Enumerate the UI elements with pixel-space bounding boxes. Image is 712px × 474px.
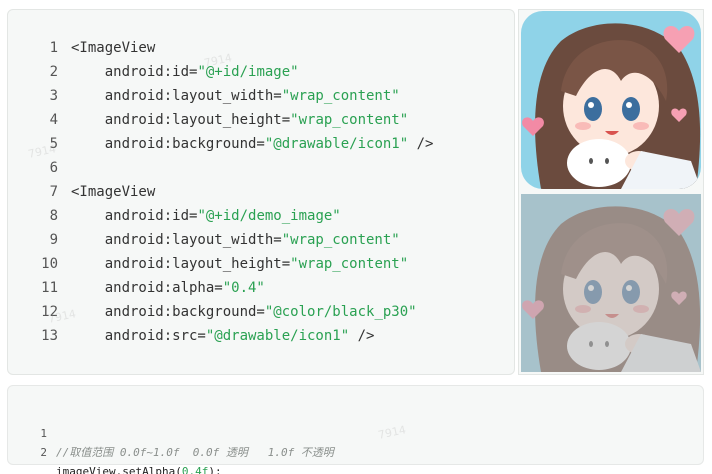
- line-number: 5: [49, 136, 58, 152]
- code-tag: <ImageView: [71, 184, 156, 200]
- xml-code-block: 1 <ImageView 2 android:id="@+id/image" 3 an…: [7, 9, 515, 375]
- code-string-value: "@drawable/icon1": [205, 328, 350, 344]
- code-line: 8 android:id="@+id/demo_image": [8, 204, 514, 228]
- code-attribute: android:layout_width=: [71, 232, 282, 248]
- code-attribute: android:background=: [71, 304, 265, 320]
- code-line: 1 <ImageView: [8, 36, 514, 60]
- code-line: 4 android:layout_height="wrap_content": [8, 108, 514, 132]
- code-text: android:id="@+id/demo_image": [71, 204, 341, 228]
- code-string-value: "wrap_content": [290, 112, 409, 128]
- imageview-preview-opaque: [521, 11, 701, 189]
- code-line: 7 <ImageView: [8, 180, 514, 204]
- code-text: android:layout_width="wrap_content": [71, 84, 400, 108]
- code-string-value: "@+id/demo_image": [197, 208, 341, 224]
- line-number: 1: [49, 40, 58, 56]
- code-line: 11 android:alpha="0.4": [8, 276, 514, 300]
- code-string-value: "wrap_content": [281, 88, 400, 104]
- code-comment: //取值范围 0.0f~1.0f 0.0f 透明 1.0f 不透明: [56, 446, 334, 459]
- line-number: 2: [40, 446, 47, 459]
- line-number: 3: [49, 88, 58, 104]
- code-attribute: android:layout_width=: [71, 88, 282, 104]
- code-text: android:layout_height="wrap_content": [71, 252, 408, 276]
- anime-girl-icon-faded: [521, 194, 701, 372]
- code-text: android:id="@+id/image": [71, 60, 299, 84]
- code-line: 3 android:layout_width="wrap_content": [8, 84, 514, 108]
- line-number: 10: [41, 256, 58, 272]
- code-attribute: android:background=: [71, 136, 265, 152]
- code-line: 1 //取值范围 0.0f~1.0f 0.0f 透明 1.0f 不透明: [8, 405, 333, 459]
- code-attribute: android:layout_height=: [71, 256, 291, 272]
- code-method-call: imageView.setAlpha(: [56, 465, 182, 474]
- code-text: <ImageView: [71, 36, 155, 60]
- code-text: android:layout_height="wrap_content": [71, 108, 408, 132]
- code-text: android:alpha="0.4": [71, 276, 265, 300]
- code-string-value: "wrap_content": [281, 232, 400, 248]
- code-string-value: "0.4": [222, 280, 265, 296]
- line-number: 4: [49, 112, 58, 128]
- line-number: 9: [49, 232, 58, 248]
- xml-code-lines: 1 <ImageView 2 android:id="@+id/image" 3 an…: [8, 36, 514, 348]
- code-line: 10 android:layout_height="wrap_content": [8, 252, 514, 276]
- line-number: 8: [49, 208, 58, 224]
- image-preview-column: [518, 9, 704, 375]
- watermark-text: 7914: [376, 423, 408, 442]
- imageview-preview-alpha: [521, 194, 701, 372]
- anime-girl-icon: [521, 11, 701, 189]
- code-line: 9 android:layout_width="wrap_content": [8, 228, 514, 252]
- code-line: 2 android:id="@+id/image": [8, 60, 514, 84]
- code-line: 2 imageView.setAlpha(0.4f);: [8, 424, 221, 474]
- code-text: android:background="@color/black_p30": [71, 300, 417, 324]
- code-tag-close: />: [408, 136, 434, 152]
- line-number: 2: [49, 64, 58, 80]
- java-code-lines: 1 //取值范围 0.0f~1.0f 0.0f 透明 1.0f 不透明 2 im…: [8, 405, 333, 474]
- code-attribute: android:src=: [71, 328, 206, 344]
- code-statement: imageView.setAlpha(0.4f);: [56, 462, 222, 474]
- java-code-block: 1 //取值范围 0.0f~1.0f 0.0f 透明 1.0f 不透明 2 im…: [7, 385, 704, 474]
- code-attribute: android:id=: [71, 208, 198, 224]
- code-string-value: "@color/black_p30": [264, 304, 417, 320]
- code-text: android:layout_width="wrap_content": [71, 228, 400, 252]
- code-attribute: android:id=: [71, 64, 198, 80]
- code-tag-close: />: [349, 328, 375, 344]
- code-line: 5 android:background="@drawable/icon1" /…: [8, 132, 514, 156]
- line-number: 13: [41, 328, 58, 344]
- line-number: 6: [49, 160, 58, 176]
- line-number: 11: [41, 280, 58, 296]
- code-text: android:src="@drawable/icon1" />: [71, 324, 375, 348]
- code-number-literal: 0.4f: [181, 465, 209, 474]
- code-tag: <ImageView: [71, 40, 156, 56]
- code-line: 12 android:background="@color/black_p30": [8, 300, 514, 324]
- code-line: 13 android:src="@drawable/icon1" />: [8, 324, 514, 348]
- code-text: <ImageView: [71, 180, 155, 204]
- code-attribute: android:alpha=: [71, 280, 223, 296]
- code-line: 6: [8, 156, 514, 180]
- code-punctuation: );: [208, 465, 222, 474]
- code-attribute: android:layout_height=: [71, 112, 291, 128]
- line-number: 12: [41, 304, 58, 320]
- code-text: android:background="@drawable/icon1" />: [71, 132, 434, 156]
- code-string-value: "@+id/image": [197, 64, 299, 80]
- code-string-value: "wrap_content": [290, 256, 409, 272]
- line-number: 7: [49, 184, 58, 200]
- code-string-value: "@drawable/icon1": [264, 136, 409, 152]
